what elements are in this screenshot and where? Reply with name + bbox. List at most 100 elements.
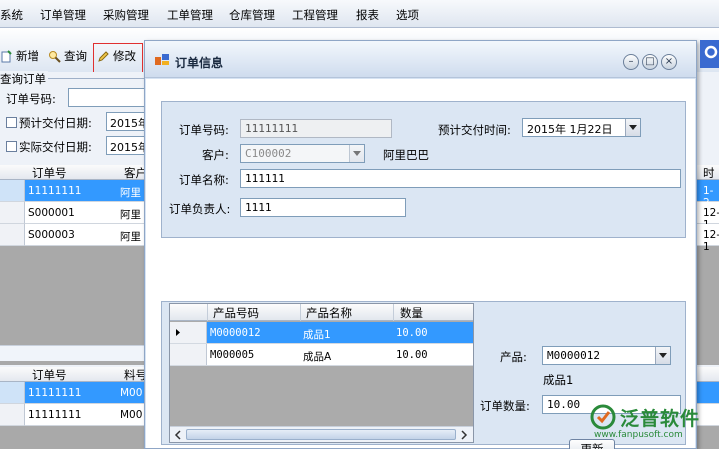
menu-workorder-management[interactable]: 工单管理 bbox=[167, 7, 213, 23]
menu-order-management[interactable]: 订单管理 bbox=[40, 7, 86, 23]
cell-customer: 阿里 bbox=[120, 231, 141, 243]
current-row-indicator bbox=[170, 322, 207, 343]
menu-reports[interactable]: 报表 bbox=[356, 7, 379, 23]
cell-product-code: M0000012 bbox=[210, 327, 261, 339]
product-dropdown-button[interactable] bbox=[655, 347, 670, 364]
cell-quantity: 10.00 bbox=[396, 349, 428, 361]
order-no-label: 订单号码: bbox=[179, 123, 229, 137]
expected-time-value: 2015年 1月22日 bbox=[527, 123, 613, 136]
scroll-right-icon[interactable] bbox=[457, 428, 471, 442]
scroll-thumb[interactable] bbox=[186, 429, 456, 440]
query-button[interactable]: 查询 bbox=[48, 46, 87, 66]
cell-customer: 阿里 bbox=[120, 187, 141, 199]
menu-bar: 系统 订单管理 采购管理 工单管理 仓库管理 工程管理 报表 选项 bbox=[0, 0, 719, 28]
new-icon bbox=[1, 49, 12, 62]
row-header[interactable] bbox=[0, 404, 25, 426]
col-order-no: 订单号 bbox=[32, 166, 67, 180]
table-row[interactable]: M000005 成品A 10.00 bbox=[170, 344, 473, 366]
new-button-label: 新增 bbox=[16, 49, 39, 63]
row-header[interactable] bbox=[0, 202, 25, 224]
cell-product-code: M000005 bbox=[210, 349, 255, 361]
product-grid-scrollbar[interactable] bbox=[170, 426, 473, 442]
cell-time: 12-1 bbox=[703, 229, 719, 253]
owner-label: 订单负责人: bbox=[169, 202, 231, 216]
cell-order-no: 11111111 bbox=[28, 387, 82, 399]
expected-time-picker[interactable]: 2015年 1月22日 bbox=[522, 118, 641, 137]
maximize-icon: □ bbox=[645, 56, 655, 67]
minimize-button[interactable]: – bbox=[623, 54, 639, 70]
cell-quantity: 10.00 bbox=[396, 327, 428, 339]
cell-customer: 阿里 bbox=[120, 209, 141, 221]
bg-expected-label: 预计交付日期: bbox=[19, 116, 92, 130]
row-pointer-icon bbox=[176, 329, 180, 336]
expected-date-checkbox[interactable] bbox=[6, 117, 17, 128]
product-value: M0000012 bbox=[547, 349, 600, 362]
col-product-code: 产品号码 bbox=[213, 306, 259, 320]
customer-value: C100002 bbox=[245, 147, 292, 160]
bg-actual-date[interactable]: 2015年 bbox=[106, 136, 146, 155]
maximize-button[interactable]: □ bbox=[642, 54, 658, 70]
product-label: 产品: bbox=[500, 350, 527, 364]
menu-options[interactable]: 选项 bbox=[396, 7, 419, 23]
order-grid-scrollbar[interactable] bbox=[0, 345, 150, 361]
corner-logo-icon bbox=[700, 40, 719, 68]
bg-order-no-label: 订单号码: bbox=[6, 92, 56, 106]
customer-label: 客户: bbox=[202, 148, 229, 162]
menu-engineering-management[interactable]: 工程管理 bbox=[292, 7, 338, 23]
menu-warehouse-management[interactable]: 仓库管理 bbox=[229, 7, 275, 23]
row-header[interactable] bbox=[0, 382, 25, 404]
owner-field[interactable]: 1111 bbox=[240, 198, 406, 217]
col-product-name: 产品名称 bbox=[306, 306, 352, 320]
column-divider bbox=[207, 304, 208, 321]
customer-combo[interactable]: C100002 bbox=[240, 144, 365, 163]
bg-expected-date[interactable]: 2015年 bbox=[106, 112, 146, 131]
dialog-titlebar[interactable]: 订单信息 – □ × bbox=[145, 41, 696, 78]
customer-dropdown-button[interactable] bbox=[349, 145, 364, 162]
col-quantity: 数量 bbox=[400, 306, 423, 320]
menu-system[interactable]: 系统 bbox=[0, 7, 23, 23]
order-name-label: 订单名称: bbox=[179, 173, 229, 187]
product-combo[interactable]: M0000012 bbox=[542, 346, 671, 365]
bg-actual-label: 实际交付日期: bbox=[19, 140, 92, 154]
row-header[interactable] bbox=[0, 224, 25, 246]
query-button-label: 查询 bbox=[64, 49, 87, 63]
customer-name: 阿里巴巴 bbox=[383, 148, 429, 162]
order-header-panel: 订单号码: 11111111 预计交付时间: 2015年 1月22日 客户: C… bbox=[161, 101, 686, 238]
cell-product-name: 成品1 bbox=[303, 329, 331, 341]
brand-name: 泛普软件 bbox=[620, 408, 701, 430]
actual-date-checkbox[interactable] bbox=[6, 141, 17, 152]
cell-order-no: S000001 bbox=[28, 207, 75, 219]
cell-order-no: S000003 bbox=[28, 229, 75, 241]
product-grid-header: 产品号码 产品名称 数量 bbox=[170, 304, 473, 321]
new-button[interactable]: 新增 bbox=[0, 46, 39, 66]
order-no-field[interactable]: 11111111 bbox=[240, 119, 392, 138]
brand-watermark: 泛普软件 www.fanpusoft.com bbox=[580, 398, 719, 449]
quantity-label: 订单数量: bbox=[480, 399, 530, 413]
cell-product-name: 成品A bbox=[303, 351, 332, 363]
column-divider bbox=[393, 304, 394, 321]
scroll-left-icon[interactable] bbox=[171, 428, 185, 442]
brand-url: www.fanpusoft.com bbox=[594, 430, 683, 440]
product-name: 成品1 bbox=[543, 373, 574, 387]
query-icon bbox=[49, 50, 61, 63]
cell-order-no: 11111111 bbox=[28, 185, 82, 197]
order-name-field[interactable]: 111111 bbox=[240, 169, 681, 188]
product-grid: 产品号码 产品名称 数量 M0000012 成品1 10.00 M000005 … bbox=[169, 303, 474, 443]
group-title: 查询订单 bbox=[0, 71, 48, 87]
expected-time-label: 预计交付时间: bbox=[438, 123, 511, 137]
row-header bbox=[170, 344, 207, 365]
close-icon: × bbox=[664, 56, 674, 67]
cell-item-no: M00 bbox=[120, 409, 143, 421]
table-row[interactable]: M0000012 成品1 10.00 bbox=[170, 322, 473, 344]
col-order-no: 订单号 bbox=[32, 368, 67, 382]
close-button[interactable]: × bbox=[661, 54, 677, 70]
row-header[interactable] bbox=[0, 180, 25, 202]
cell-item-no: M00 bbox=[120, 387, 143, 399]
date-dropdown-button[interactable] bbox=[625, 119, 640, 136]
column-divider bbox=[300, 304, 301, 321]
dialog-title: 订单信息 bbox=[175, 56, 224, 70]
menu-purchase-management[interactable]: 采购管理 bbox=[103, 7, 149, 23]
window-app-icon bbox=[155, 54, 169, 65]
bg-order-no-input[interactable] bbox=[68, 88, 146, 107]
cell-order-no: 11111111 bbox=[28, 409, 82, 421]
